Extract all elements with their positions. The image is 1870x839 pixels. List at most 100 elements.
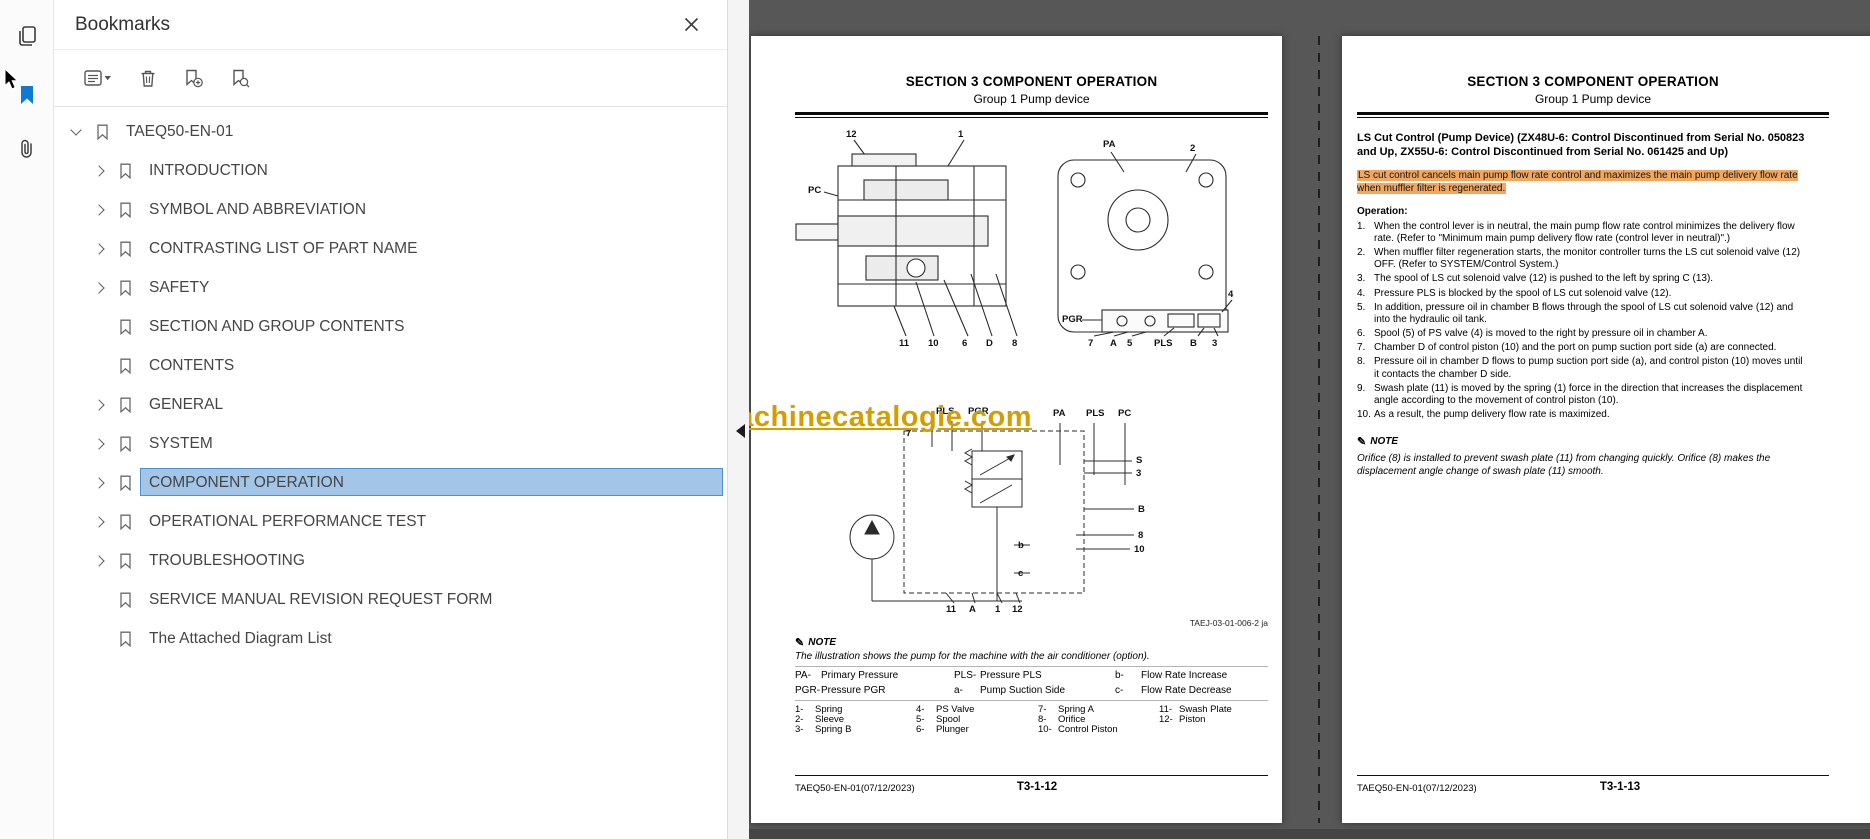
step-item: 2. When muffler filter regeneration start… xyxy=(1357,246,1801,271)
bookmark-item-general[interactable]: GENERAL xyxy=(54,385,727,424)
chevron-right-icon[interactable] xyxy=(93,554,105,567)
bookmark-item-contents[interactable]: CONTENTS xyxy=(54,346,727,385)
horizontal-scrollbar[interactable] xyxy=(749,829,1870,839)
page-thumbnails-button[interactable] xyxy=(0,14,54,58)
locate-bookmark-button[interactable] xyxy=(231,69,250,88)
note-text: Orifice (8) is installed to prevent swas… xyxy=(1357,453,1771,478)
bookmark-icon xyxy=(120,592,131,608)
footer-rule xyxy=(1357,775,1829,776)
chevron-right-icon[interactable] xyxy=(93,515,105,528)
bookmark-icon xyxy=(120,514,131,530)
bookmark-icon xyxy=(120,475,131,491)
chevron-right-icon[interactable] xyxy=(93,398,105,411)
bookmark-item-section-and-group-contents[interactable]: SECTION AND GROUP CONTENTS xyxy=(54,307,727,346)
page-right: SECTION 3 COMPONENT OPERATION Group 1 Pu… xyxy=(1342,36,1870,823)
bookmark-item-attached-diagram-list[interactable]: The Attached Diagram List xyxy=(54,619,727,658)
header-rule xyxy=(1357,112,1829,118)
part-item: 3- Spring B xyxy=(795,724,852,735)
operation-steps: 1. When the control lever is in neutral, … xyxy=(1357,221,1809,422)
page-body: LS Cut Control (Pump Device) (ZX48U-6: C… xyxy=(1357,131,1809,478)
callout-label: 8 xyxy=(1012,338,1018,349)
part-item: 10- Control Piston xyxy=(1038,724,1118,735)
bookmark-item-system[interactable]: SYSTEM xyxy=(54,424,727,463)
step-item: 1. When the control lever is in neutral, … xyxy=(1357,220,1795,244)
note-heading: ✎ NOTE xyxy=(795,636,836,649)
bookmark-item-introduction[interactable]: INTRODUCTION xyxy=(54,151,727,190)
bookmark-icon xyxy=(120,358,131,374)
bookmark-item-troubleshooting[interactable]: TROUBLESHOOTING xyxy=(54,541,727,580)
callout-label: 5 xyxy=(1127,338,1133,349)
delete-bookmark-button[interactable] xyxy=(140,69,156,88)
callout-label: c xyxy=(1018,568,1024,579)
chevron-right-icon[interactable] xyxy=(93,476,105,489)
bookmark-item-component-operation[interactable]: COMPONENT OPERATION xyxy=(54,463,727,502)
intro-paragraph: LS cut control cancels main pump flow ra… xyxy=(1357,169,1809,196)
part-item: 6- Plunger xyxy=(916,724,969,735)
page-title: SECTION 3 COMPONENT OPERATION xyxy=(905,74,1158,89)
pdf-reader-window: Bookmarks TAEQ50-EN-01 INTRODUCTION SYMB… xyxy=(0,0,1870,839)
chevron-right-icon[interactable] xyxy=(93,203,105,216)
diagram-reference-code: TAEJ-03-01-006-2 ja xyxy=(1189,618,1268,628)
legend-divider xyxy=(795,666,1268,667)
page-subtitle: Group 1 Pump device xyxy=(1534,92,1652,106)
pencil-icon: ✎ xyxy=(1357,436,1367,449)
legend-item: c- Flow Rate Decrease xyxy=(1115,685,1232,696)
note-label: NOTE xyxy=(1370,436,1398,448)
bookmark-item-safety[interactable]: SAFETY xyxy=(54,268,727,307)
page-header: SECTION 3 COMPONENT OPERATION Group 1 Pu… xyxy=(751,36,1282,106)
callout-label: PC xyxy=(1118,408,1132,419)
callout-label: 2 xyxy=(1190,143,1196,154)
step-item: 4. Pressure PLS is blocked by the spool o… xyxy=(1357,287,1672,299)
callout-label: A xyxy=(1110,338,1117,349)
chevron-down-icon[interactable] xyxy=(70,124,82,136)
callout-label: PA xyxy=(1103,139,1116,150)
chevron-right-icon[interactable] xyxy=(93,437,105,450)
bookmark-icon xyxy=(120,319,131,335)
bookmark-icon xyxy=(120,631,131,647)
section-title: LS Cut Control (Pump Device) (ZX48U-6: C… xyxy=(1357,132,1805,159)
callout-label: 10 xyxy=(928,338,939,349)
options-icon xyxy=(84,70,111,86)
callout-label: 1 xyxy=(995,604,1001,615)
bookmark-item-taeq50-en-01[interactable]: TAEQ50-EN-01 xyxy=(54,112,727,151)
bookmarks-panel-header: Bookmarks xyxy=(54,0,727,50)
legend-item: b- Flow Rate Increase xyxy=(1115,670,1228,681)
panel-scrollbar[interactable] xyxy=(727,0,749,839)
bookmark-icon xyxy=(120,163,131,179)
bookmark-item-contrasting-list-of-part-name[interactable]: CONTRASTING LIST OF PART NAME xyxy=(54,229,727,268)
footer-document-id: TAEQ50-EN-01(07/12/2023) xyxy=(795,783,915,794)
callout-label: 6 xyxy=(962,338,968,349)
add-bookmark-button[interactable] xyxy=(184,69,203,88)
bookmark-icon xyxy=(97,124,108,140)
chevron-right-icon[interactable] xyxy=(93,242,105,255)
bookmark-icon xyxy=(120,280,131,296)
callout-label: PLS xyxy=(1154,338,1173,349)
chevron-right-icon[interactable] xyxy=(93,281,105,294)
step-item: 6. Spool (5) of PS valve (4) is moved to … xyxy=(1357,328,1708,340)
bookmark-item-service-manual-revision-request-form[interactable]: SERVICE MANUAL REVISION REQUEST FORM xyxy=(54,580,727,619)
callout-label: 10 xyxy=(1134,544,1145,555)
step-item: 8. Pressure oil in chamber D flows to pum… xyxy=(1357,356,1803,380)
bookmark-item-operational-performance-test[interactable]: OPERATIONAL PERFORMANCE TEST xyxy=(54,502,727,541)
page-left: SECTION 3 COMPONENT OPERATION Group 1 Pu… xyxy=(749,36,1282,823)
callout-label: 4 xyxy=(1228,289,1234,300)
close-panel-button[interactable] xyxy=(684,17,699,32)
add-bookmark-icon xyxy=(186,69,203,87)
note-text: The illustration shows the pump for the … xyxy=(795,651,1150,662)
page-title: SECTION 3 COMPONENT OPERATION xyxy=(1467,74,1719,89)
bookmark-icon xyxy=(120,553,131,569)
note-label: NOTE xyxy=(808,637,836,648)
step-item: 3. The spool of LS cut solenoid valve (12… xyxy=(1357,273,1714,285)
bookmarks-tree: TAEQ50-EN-01 INTRODUCTION SYMBOL AND ABB… xyxy=(54,112,727,658)
bookmark-options-button[interactable] xyxy=(84,69,112,87)
attachments-button[interactable] xyxy=(0,127,54,171)
document-viewer: SECTION 3 COMPONENT OPERATION Group 1 Pu… xyxy=(749,0,1870,839)
note-heading: ✎ NOTE xyxy=(1357,435,1809,448)
close-icon xyxy=(684,17,699,32)
chevron-right-icon[interactable] xyxy=(93,164,105,177)
bookmarks-toolbar xyxy=(54,50,727,107)
bookmark-item-symbol-and-abbreviation[interactable]: SYMBOL AND ABBREVIATION xyxy=(54,190,727,229)
step-item: 9. Swash plate (11) is moved by the sprin… xyxy=(1357,382,1803,407)
panel-title: Bookmarks xyxy=(75,13,171,35)
collapse-panel-handle[interactable] xyxy=(736,424,745,438)
